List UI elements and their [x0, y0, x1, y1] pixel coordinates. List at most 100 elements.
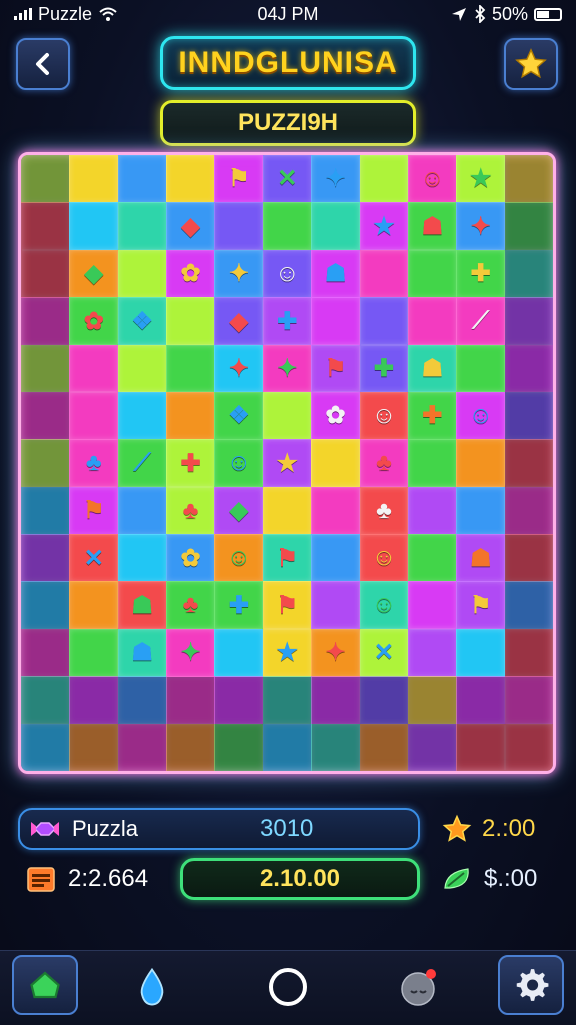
puzzle-tile[interactable]: ☺ — [359, 581, 409, 630]
puzzle-tile[interactable] — [262, 723, 312, 771]
puzzle-tile[interactable]: ✕ — [359, 628, 409, 677]
puzzle-tile[interactable]: ⚑ — [456, 581, 506, 630]
puzzle-tile[interactable]: ◆ — [214, 297, 264, 346]
puzzle-board[interactable]: ⚑ ✕ ✦ ☺ ★ ◆ ★ ☗ ✦ ◆ ✿ ✦ ☺ ☗ ✚ ✿ ❖ ◆ ✚ ⟋ ✦ ✦ ⚑ ✚ ☗ ❖ ✿ ☺ ✚ ☺ ♣ ⟋ ✚ ☺ ★ ♣ ⚑ ♣ ◆ ♣… — [18, 152, 556, 774]
puzzle-tile[interactable]: ✦ — [262, 344, 312, 393]
back-button[interactable] — [16, 38, 70, 90]
puzzle-tile[interactable] — [166, 723, 215, 771]
puzzle-tile[interactable] — [407, 249, 457, 298]
progress-pill[interactable]: 2.10.00 — [180, 858, 420, 900]
nav-boost-button[interactable] — [122, 959, 182, 1015]
puzzle-tile[interactable]: ☗ — [456, 534, 506, 582]
puzzle-tile[interactable] — [21, 723, 70, 771]
puzzle-tile[interactable] — [21, 439, 70, 488]
puzzle-tile[interactable] — [311, 534, 361, 582]
puzzle-tile[interactable] — [407, 534, 457, 582]
puzzle-tile[interactable] — [504, 439, 553, 488]
puzzle-tile[interactable]: ☗ — [117, 581, 167, 630]
puzzle-tile[interactable] — [311, 202, 361, 251]
puzzle-tile[interactable] — [456, 723, 506, 771]
puzzle-tile[interactable]: ◆ — [166, 202, 215, 251]
puzzle-tile[interactable] — [504, 534, 553, 582]
puzzle-tile[interactable]: ♣ — [359, 439, 409, 488]
puzzle-tile[interactable] — [311, 486, 361, 535]
puzzle-tile[interactable]: ♣ — [359, 486, 409, 535]
puzzle-tile[interactable] — [262, 391, 312, 440]
puzzle-tile[interactable]: ★ — [262, 628, 312, 677]
puzzle-tile[interactable] — [359, 155, 409, 203]
favorite-button[interactable] — [504, 38, 558, 90]
nav-settings-button[interactable] — [498, 955, 564, 1015]
puzzle-tile[interactable]: ★ — [456, 155, 506, 203]
puzzle-tile[interactable]: ☺ — [456, 391, 506, 440]
puzzle-tile[interactable] — [117, 534, 167, 582]
puzzle-tile[interactable]: ✿ — [166, 249, 215, 298]
puzzle-tile[interactable] — [407, 581, 457, 630]
puzzle-tile[interactable]: ✚ — [359, 344, 409, 393]
puzzle-tile[interactable] — [166, 155, 215, 203]
puzzle-tile[interactable] — [117, 486, 167, 535]
puzzle-tile[interactable] — [311, 297, 361, 346]
puzzle-tile[interactable]: ☺ — [262, 249, 312, 298]
puzzle-tile[interactable]: ⟋ — [117, 439, 167, 488]
puzzle-tile[interactable]: ◆ — [69, 249, 119, 298]
puzzle-tile[interactable]: ☺ — [359, 391, 409, 440]
puzzle-tile[interactable]: ☗ — [117, 628, 167, 677]
puzzle-tile[interactable] — [262, 202, 312, 251]
puzzle-tile[interactable]: ⟋ — [456, 297, 506, 346]
puzzle-tile[interactable] — [456, 486, 506, 535]
puzzle-tile[interactable]: ✚ — [214, 581, 264, 630]
puzzle-tile[interactable]: ✚ — [262, 297, 312, 346]
puzzle-tile[interactable]: ☺ — [214, 439, 264, 488]
puzzle-tile[interactable] — [21, 534, 70, 582]
puzzle-tile[interactable] — [21, 628, 70, 677]
puzzle-tile[interactable] — [456, 439, 506, 488]
puzzle-tile[interactable]: ♣ — [166, 581, 215, 630]
puzzle-tile[interactable] — [311, 676, 361, 725]
puzzle-tile[interactable] — [117, 202, 167, 251]
puzzle-tile[interactable] — [117, 155, 167, 203]
puzzle-tile[interactable] — [262, 486, 312, 535]
puzzle-tile[interactable]: ☺ — [214, 534, 264, 582]
puzzle-tile[interactable] — [456, 676, 506, 725]
puzzle-tile[interactable] — [311, 439, 361, 488]
puzzle-tile[interactable]: ☗ — [407, 344, 457, 393]
puzzle-tile[interactable] — [117, 391, 167, 440]
puzzle-tile[interactable] — [69, 202, 119, 251]
puzzle-tile[interactable] — [69, 155, 119, 203]
puzzle-tile[interactable] — [69, 344, 119, 393]
puzzle-tile[interactable] — [69, 581, 119, 630]
puzzle-tile[interactable]: ☗ — [311, 249, 361, 298]
puzzle-tile[interactable] — [117, 723, 167, 771]
puzzle-tile[interactable] — [21, 581, 70, 630]
nav-profile-button[interactable] — [390, 959, 450, 1015]
puzzle-tile[interactable] — [117, 676, 167, 725]
puzzle-tile[interactable] — [504, 249, 553, 298]
puzzle-tile[interactable]: ✚ — [407, 391, 457, 440]
puzzle-tile[interactable] — [21, 249, 70, 298]
puzzle-tile[interactable] — [504, 723, 553, 771]
puzzle-tile[interactable] — [407, 628, 457, 677]
puzzle-tile[interactable]: ❖ — [214, 391, 264, 440]
puzzle-tile[interactable] — [117, 249, 167, 298]
puzzle-tile[interactable] — [504, 297, 553, 346]
puzzle-tile[interactable] — [214, 202, 264, 251]
puzzle-tile[interactable] — [359, 723, 409, 771]
puzzle-tile[interactable] — [359, 297, 409, 346]
puzzle-tile[interactable]: ♣ — [69, 439, 119, 488]
puzzle-tile[interactable]: ♣ — [166, 486, 215, 535]
puzzle-tile[interactable] — [21, 344, 70, 393]
puzzle-tile[interactable]: ✦ — [311, 155, 361, 203]
puzzle-tile[interactable] — [69, 391, 119, 440]
puzzle-tile[interactable] — [166, 297, 215, 346]
puzzle-tile[interactable] — [166, 391, 215, 440]
puzzle-tile[interactable] — [504, 581, 553, 630]
puzzle-tile[interactable] — [166, 344, 215, 393]
puzzle-tile[interactable]: ✚ — [456, 249, 506, 298]
puzzle-tile[interactable] — [69, 628, 119, 677]
puzzle-tile[interactable] — [262, 676, 312, 725]
puzzle-tile[interactable]: ✦ — [214, 344, 264, 393]
puzzle-tile[interactable] — [407, 676, 457, 725]
puzzle-tile[interactable] — [69, 676, 119, 725]
puzzle-tile[interactable]: ⚑ — [311, 344, 361, 393]
